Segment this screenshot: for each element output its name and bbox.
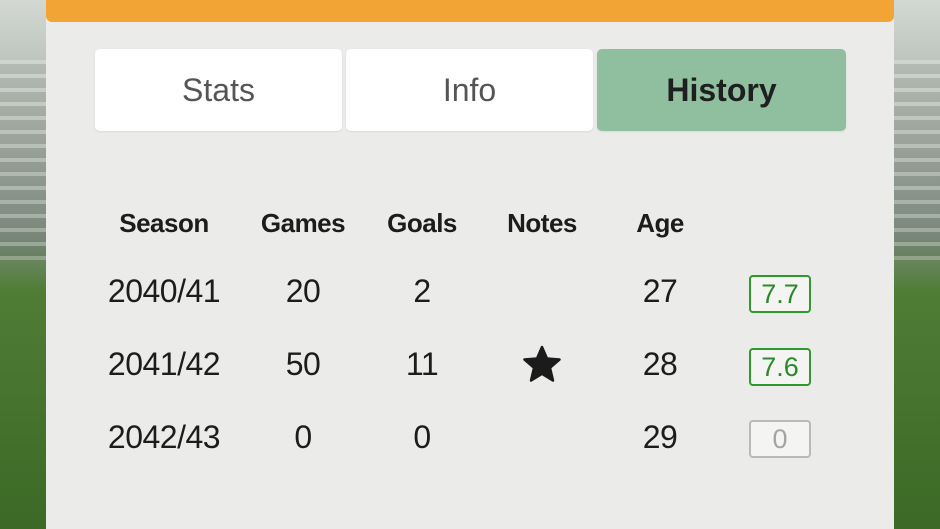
game-screen: Stats Info History Season Games Goals No… <box>0 0 940 529</box>
row-season: 2042/43 <box>107 419 221 455</box>
rating-badge: 0 <box>749 420 811 458</box>
row-season: 2041/42 <box>107 346 221 382</box>
player-history-panel: Stats Info History Season Games Goals No… <box>46 0 894 529</box>
rating-badge: 7.6 <box>749 348 811 386</box>
column-header-games: Games <box>260 208 346 238</box>
row-goals: 2 <box>413 273 431 309</box>
row-age: 28 <box>642 346 678 382</box>
row-age: 27 <box>642 273 678 309</box>
row-games: 0 <box>294 419 312 455</box>
row-games: 50 <box>285 346 321 382</box>
column-header-season: Season <box>119 208 209 238</box>
rating-badge: 7.7 <box>749 275 811 313</box>
row-age: 29 <box>642 419 678 455</box>
row-games: 20 <box>285 273 321 309</box>
row-season: 2040/41 <box>107 273 221 309</box>
column-header-age: Age <box>636 208 684 238</box>
row-goals: 0 <box>413 419 431 455</box>
star-icon <box>523 345 561 382</box>
column-header-notes: Notes <box>507 208 577 238</box>
column-header-goals: Goals <box>387 208 457 238</box>
row-goals: 11 <box>405 346 439 382</box>
history-table: Season Games Goals Notes Age 2040/41 20 … <box>46 0 894 529</box>
